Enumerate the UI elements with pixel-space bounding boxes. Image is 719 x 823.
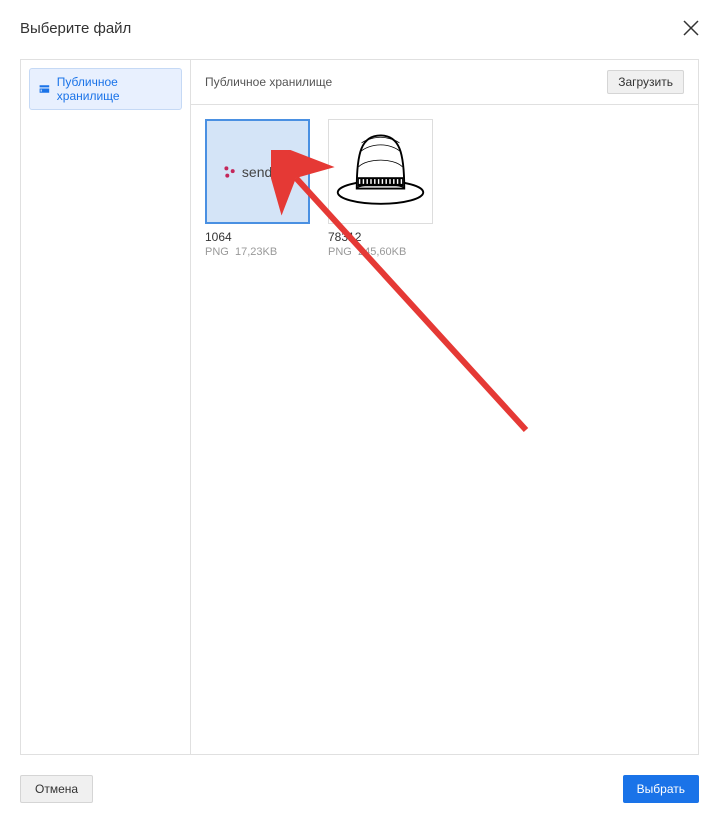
file-size: 245,60KB (358, 246, 406, 258)
file-item[interactable]: 78312 PNG 245,60KB (328, 119, 433, 740)
content-header: Публичное хранилище Загрузить (191, 60, 698, 105)
file-thumbnail: sendsay (205, 119, 310, 224)
file-thumbnail (328, 119, 433, 224)
file-meta: PNG 245,60KB (328, 246, 433, 258)
sidebar-item-public-storage[interactable]: Публичное хранилище (29, 68, 182, 110)
close-button[interactable] (683, 20, 699, 39)
sendsay-logo-icon: sendsay (221, 163, 294, 181)
file-item[interactable]: sendsay 1064 PNG 17,23KB (205, 119, 310, 740)
file-type: PNG (328, 246, 352, 258)
modal-footer: Отмена Выбрать (20, 755, 699, 803)
file-name: 1064 (205, 230, 310, 244)
sidebar: Публичное хранилище (21, 60, 191, 754)
modal-body: Публичное хранилище Публичное хранилище … (20, 59, 699, 755)
file-picker-modal: Выберите файл Публичное хранилище Публич… (0, 0, 719, 823)
sidebar-item-label: Публичное хранилище (57, 75, 173, 103)
modal-header: Выберите файл (20, 20, 699, 39)
upload-button[interactable]: Загрузить (607, 70, 684, 94)
modal-title: Выберите файл (20, 20, 131, 37)
file-meta: PNG 17,23KB (205, 246, 310, 258)
breadcrumb: Публичное хранилище (205, 75, 332, 89)
files-grid: sendsay 1064 PNG 17,23KB (191, 105, 698, 754)
hat-icon (333, 124, 428, 219)
content-area: Публичное хранилище Загрузить sendsay 10… (191, 60, 698, 754)
select-button[interactable]: Выбрать (623, 775, 699, 803)
file-type: PNG (205, 246, 229, 258)
cancel-button[interactable]: Отмена (20, 775, 93, 803)
close-icon (683, 20, 699, 36)
file-size: 17,23KB (235, 246, 277, 258)
file-name: 78312 (328, 230, 433, 244)
storage-icon (38, 82, 51, 96)
